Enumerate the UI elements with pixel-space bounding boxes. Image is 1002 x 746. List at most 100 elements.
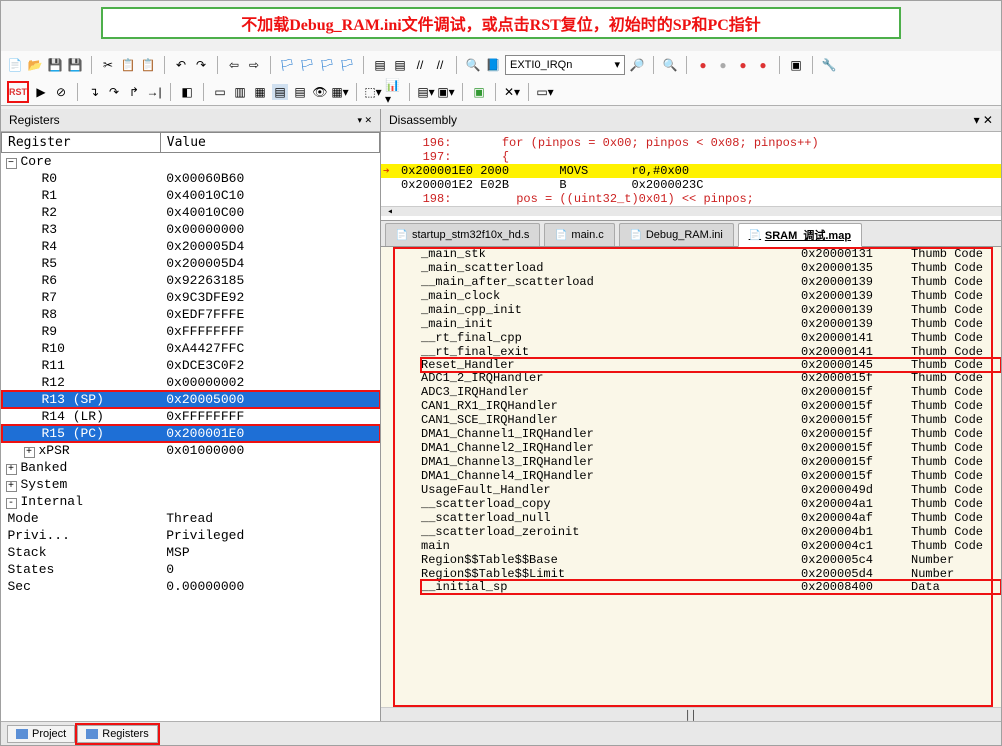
register-row[interactable]: ModeThread <box>2 510 380 527</box>
map-symbol-row[interactable]: DMA1_Channel4_IRQHandler0x2000015fThumb … <box>421 469 1001 483</box>
registers-icon[interactable]: ▤ <box>272 84 288 100</box>
nav-back-icon[interactable]: ⇦ <box>226 57 242 73</box>
register-row[interactable]: R70x9C3DFE92 <box>2 289 380 306</box>
register-row[interactable]: R100xA4427FFC <box>2 340 380 357</box>
map-symbol-row[interactable]: _main_cpp_init0x20000139Thumb Code <box>421 303 1001 317</box>
register-row[interactable]: R30x00000000 <box>2 221 380 238</box>
open-icon[interactable]: 📂 <box>27 57 43 73</box>
register-row[interactable]: R120x00000002 <box>2 374 380 391</box>
save-all-icon[interactable]: 💾 <box>67 57 83 73</box>
editor-tab[interactable]: 📄main.c <box>544 223 614 246</box>
run-icon[interactable]: ▶ <box>33 84 49 100</box>
run-to-icon[interactable]: →| <box>146 84 162 100</box>
map-symbol-row[interactable]: __initial_sp0x20008400Data <box>421 580 1001 594</box>
register-row[interactable]: R00x00060B60 <box>2 170 380 187</box>
serial-icon[interactable]: ⬚▾ <box>365 84 381 100</box>
map-symbol-row[interactable]: CAN1_SCE_IRQHandler0x2000015fThumb Code <box>421 413 1001 427</box>
tab-project[interactable]: Project <box>7 725 75 743</box>
scrollbar-horizontal[interactable]: ◂ <box>381 206 1001 216</box>
step-over-icon[interactable]: ↷ <box>106 84 122 100</box>
register-row[interactable]: R110xDCE3C0F2 <box>2 357 380 374</box>
scrollbar-horizontal[interactable]: ││ <box>381 707 1001 721</box>
collapse-icon[interactable]: − <box>6 158 17 169</box>
redo-icon[interactable]: ↷ <box>193 57 209 73</box>
step-out-icon[interactable]: ↱ <box>126 84 142 100</box>
symbols-icon[interactable]: ▦ <box>252 84 268 100</box>
cmd-icon[interactable]: ▭ <box>212 84 228 100</box>
panel-menu-icon[interactable]: ▾ ✕ <box>974 113 993 127</box>
indent-icon[interactable]: ▤ <box>372 57 388 73</box>
map-symbol-row[interactable]: UsageFault_Handler0x2000049dThumb Code <box>421 483 1001 497</box>
map-symbol-row[interactable]: _main_scatterload0x20000135Thumb Code <box>421 261 1001 275</box>
window-icon[interactable]: ▣ <box>788 57 804 73</box>
outdent-icon[interactable]: ▤ <box>392 57 408 73</box>
comment-icon[interactable]: // <box>412 57 428 73</box>
config-icon[interactable]: 🔧 <box>821 57 837 73</box>
breakpoint2-icon[interactable]: ● <box>715 57 731 73</box>
register-row[interactable]: States0 <box>2 561 380 578</box>
paste-icon[interactable]: 📋 <box>140 57 156 73</box>
register-row[interactable]: StackMSP <box>2 544 380 561</box>
map-symbol-row[interactable]: CAN1_RX1_IRQHandler0x2000015fThumb Code <box>421 399 1001 413</box>
map-symbol-row[interactable]: __rt_final_cpp0x20000141Thumb Code <box>421 331 1001 345</box>
copy-icon[interactable]: 📋 <box>120 57 136 73</box>
register-group[interactable]: -Internal <box>2 493 380 510</box>
register-group[interactable]: +Banked <box>2 459 380 476</box>
map-symbol-row[interactable]: _main_clock0x20000139Thumb Code <box>421 289 1001 303</box>
register-row[interactable]: R50x200005D4 <box>2 255 380 272</box>
map-symbol-row[interactable]: DMA1_Channel2_IRQHandler0x2000015fThumb … <box>421 441 1001 455</box>
map-symbol-row[interactable]: _main_stk0x20000131Thumb Code <box>421 247 1001 261</box>
register-row[interactable]: Privi...Privileged <box>2 527 380 544</box>
map-symbol-row[interactable]: __scatterload_zeroinit0x200004b1Thumb Co… <box>421 525 1001 539</box>
map-symbol-row[interactable]: __scatterload_copy0x200004a1Thumb Code <box>421 497 1001 511</box>
register-row[interactable]: R80xEDF7FFFE <box>2 306 380 323</box>
peripheral-icon[interactable]: ▣ <box>471 84 487 100</box>
bookmark-clear-icon[interactable]: 🏳 <box>339 57 355 73</box>
register-row[interactable]: R90xFFFFFFFF <box>2 323 380 340</box>
nav-fwd-icon[interactable]: ⇨ <box>246 57 262 73</box>
search-combo[interactable]: EXTI0_IRQn▾ <box>505 55 625 75</box>
register-row[interactable]: +xPSR0x01000000 <box>2 442 380 459</box>
register-row[interactable]: R40x200005D4 <box>2 238 380 255</box>
register-row[interactable]: R60x92263185 <box>2 272 380 289</box>
map-symbol-row[interactable]: Region$$Table$$Limit0x200005d4Number <box>421 567 1001 581</box>
tab-registers[interactable]: Registers <box>77 725 157 743</box>
debug-icon[interactable]: 🔍 <box>662 57 678 73</box>
panel-menu-icon[interactable]: ▾ ✕ <box>357 115 372 126</box>
map-file-view[interactable]: _main_stk0x20000131Thumb Code_main_scatt… <box>381 247 1001 707</box>
map-symbol-row[interactable]: main0x200004c1Thumb Code <box>421 539 1001 553</box>
reset-icon[interactable]: RST <box>10 84 26 100</box>
editor-tab[interactable]: 📄startup_stm32f10x_hd.s <box>385 223 540 246</box>
map-symbol-row[interactable]: DMA1_Channel1_IRQHandler0x2000015fThumb … <box>421 427 1001 441</box>
find2-icon[interactable]: 🔎 <box>629 57 645 73</box>
trace-icon[interactable]: ▤▾ <box>418 84 434 100</box>
map-symbol-row[interactable]: Region$$Table$$Base0x200005c4Number <box>421 553 1001 567</box>
editor-tab[interactable]: 📄Debug_RAM.ini <box>619 223 734 246</box>
uncomment-icon[interactable]: // <box>432 57 448 73</box>
editor-tab[interactable]: 📄SRAM_调试.map <box>738 223 862 247</box>
map-symbol-row[interactable]: Reset_Handler0x20000145Thumb Code <box>421 358 1001 372</box>
new-icon[interactable]: 📄 <box>7 57 23 73</box>
register-row[interactable]: R14 (LR)0xFFFFFFFF <box>2 408 380 425</box>
doc-icon[interactable]: 📘 <box>485 57 501 73</box>
bookmark-next-icon[interactable]: 🏳 <box>319 57 335 73</box>
map-symbol-row[interactable]: ADC1_2_IRQHandler0x2000015fThumb Code <box>421 371 1001 385</box>
save-icon[interactable]: 💾 <box>47 57 63 73</box>
register-row[interactable]: R13 (SP)0x20005000 <box>2 391 380 408</box>
disassembly-view[interactable]: 196: for (pinpos = 0x00; pinpos < 0x08; … <box>381 132 1001 221</box>
step-in-icon[interactable]: ↴ <box>86 84 102 100</box>
disasm-icon[interactable]: ▥ <box>232 84 248 100</box>
register-row[interactable]: R20x40010C00 <box>2 204 380 221</box>
undo-icon[interactable]: ↶ <box>173 57 189 73</box>
map-symbol-row[interactable]: __rt_final_exit0x20000141Thumb Code <box>421 345 1001 359</box>
memory-icon[interactable]: ▦▾ <box>332 84 348 100</box>
register-row[interactable]: R10x40010C10 <box>2 187 380 204</box>
stop-icon[interactable]: ⊘ <box>53 84 69 100</box>
bookmark-prev-icon[interactable]: 🏳 <box>299 57 315 73</box>
analyzer-icon[interactable]: 📊▾ <box>385 84 401 100</box>
register-row[interactable]: Sec0.00000000 <box>2 578 380 595</box>
watch-icon[interactable]: 👁 <box>312 84 328 100</box>
map-symbol-row[interactable]: __main_after_scatterload0x20000139Thumb … <box>421 275 1001 289</box>
system-icon[interactable]: ▣▾ <box>438 84 454 100</box>
bookmark-icon[interactable]: 🏳 <box>279 57 295 73</box>
